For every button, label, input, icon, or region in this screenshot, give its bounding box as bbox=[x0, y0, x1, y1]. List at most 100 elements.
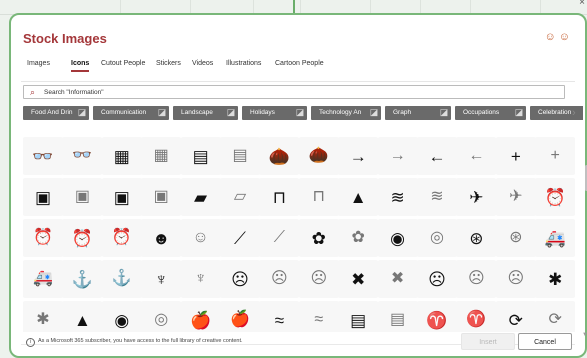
tab-icons[interactable]: Icons bbox=[71, 60, 90, 72]
icon-tile[interactable]: ⏰ bbox=[535, 178, 575, 216]
icon-tile[interactable]: ▣ bbox=[62, 178, 103, 216]
icon-tile[interactable]: ⚓ bbox=[62, 260, 103, 298]
icon-tile[interactable]: ▱ bbox=[220, 178, 260, 216]
tab-illustrations[interactable]: Illustrations bbox=[226, 60, 261, 67]
icon-tile[interactable]: → bbox=[377, 137, 418, 175]
icon-tile[interactable]: ✖ bbox=[338, 260, 379, 298]
icon-tile[interactable]: ◉ bbox=[377, 219, 418, 257]
icon-tile[interactable]: ▲ bbox=[62, 301, 103, 332]
icon-tile[interactable]: ≈ bbox=[259, 301, 300, 332]
icon-tile[interactable]: ⊓ bbox=[259, 178, 300, 216]
search-input[interactable] bbox=[44, 87, 544, 97]
icon-tile[interactable]: ◎ bbox=[141, 301, 182, 332]
icon-tile[interactable]: ← bbox=[417, 137, 457, 175]
chevron-right-icon[interactable]: › bbox=[572, 107, 576, 119]
icon-tile[interactable]: ← bbox=[456, 137, 497, 175]
window-close-icon[interactable]: × bbox=[579, 0, 585, 8]
icon-tile[interactable]: ▲ bbox=[338, 178, 379, 216]
icon-tile[interactable]: ⏰ bbox=[62, 219, 103, 257]
icon-tile[interactable]: ⊛ bbox=[495, 219, 536, 257]
abacus-icon: ▦ bbox=[113, 146, 130, 166]
tab-stickers[interactable]: Stickers bbox=[156, 60, 181, 67]
icon-tile[interactable]: ✖ bbox=[377, 260, 418, 298]
icon-tile[interactable]: ▰ bbox=[180, 178, 221, 216]
icon-tile[interactable]: ◉ bbox=[101, 301, 142, 332]
category-graph[interactable]: Graph ◪ bbox=[385, 106, 451, 120]
icon-tile[interactable]: ✱ bbox=[535, 260, 575, 298]
icon-tile[interactable]: ≋ bbox=[377, 178, 418, 216]
icon-tile[interactable]: + bbox=[495, 137, 536, 175]
tab-cartoon-people[interactable]: Cartoon People bbox=[275, 60, 324, 67]
icon-tile[interactable]: ▤ bbox=[377, 301, 418, 332]
icon-tile[interactable]: ▤ bbox=[220, 137, 260, 175]
icon-tile[interactable]: ≈ bbox=[298, 301, 339, 332]
icon-tile[interactable]: ⏰ bbox=[101, 219, 142, 257]
icon-tile[interactable]: ♈ bbox=[456, 301, 497, 332]
icon-tile[interactable]: ♈ bbox=[417, 301, 457, 332]
category-landscape[interactable]: Landscape ◪ bbox=[173, 106, 238, 120]
icon-tile[interactable]: ☹ bbox=[456, 260, 497, 298]
icon-tile[interactable]: 🍎 bbox=[220, 301, 260, 332]
icon-tile[interactable]: ☹ bbox=[495, 260, 536, 298]
icon-tile[interactable]: ☹ bbox=[259, 260, 300, 298]
icon-tile[interactable]: ⟋ bbox=[259, 219, 300, 257]
icon-tile[interactable]: ⊛ bbox=[456, 219, 497, 257]
icon-tile[interactable]: ▤ bbox=[338, 301, 379, 332]
icon-tile[interactable]: ⟳ bbox=[495, 301, 536, 332]
icon-tile[interactable]: ☹ bbox=[417, 260, 457, 298]
icon-tile[interactable]: ⚓ bbox=[101, 260, 142, 298]
icon-tile[interactable]: 🌰 bbox=[298, 137, 339, 175]
icon-tile[interactable]: ▣ bbox=[141, 178, 182, 216]
occupations-icon: ◪ bbox=[514, 107, 524, 117]
icon-tile[interactable]: → bbox=[338, 137, 379, 175]
icon-tile[interactable]: 👓 bbox=[62, 137, 103, 175]
airplane-icon: ✈ bbox=[469, 187, 484, 207]
icon-tile[interactable]: ⊓ bbox=[298, 178, 339, 216]
category-holidays[interactable]: Holidays ◪ bbox=[242, 106, 307, 120]
insert-button[interactable]: Insert bbox=[461, 333, 515, 350]
icon-tile[interactable]: 🌰 bbox=[259, 137, 300, 175]
arrow-left-icon: ← bbox=[428, 146, 446, 166]
icon-tile[interactable]: ♆ bbox=[180, 260, 221, 298]
icon-tile[interactable]: ◎ bbox=[417, 219, 457, 257]
icon-tile[interactable]: ☻ bbox=[141, 219, 182, 257]
tab-videos[interactable]: Videos bbox=[192, 60, 213, 67]
category-technology-an[interactable]: Technology An ◪ bbox=[311, 106, 381, 120]
icon-tile[interactable]: ✈ bbox=[456, 178, 497, 216]
category-communication[interactable]: Communication ◪ bbox=[93, 106, 169, 120]
3d-glasses-outline-icon: 👓 bbox=[72, 147, 93, 164]
icon-tile[interactable]: ▣ bbox=[101, 178, 142, 216]
scroll-down-icon[interactable]: ▼ bbox=[582, 332, 587, 338]
icon-tile[interactable]: ✿ bbox=[338, 219, 379, 257]
icon-tile[interactable]: ⟋ bbox=[220, 219, 260, 257]
category-occupations[interactable]: Occupations ◪ bbox=[455, 106, 526, 120]
cancel-button[interactable]: Cancel bbox=[518, 333, 572, 350]
icon-tile[interactable]: ☹ bbox=[220, 260, 260, 298]
icon-tile[interactable]: ▤ bbox=[180, 137, 221, 175]
frown-icon[interactable]: ☺ bbox=[559, 31, 573, 43]
icon-tile[interactable]: 👓 bbox=[23, 137, 63, 175]
smiley-icon[interactable]: ☺ bbox=[545, 31, 559, 43]
icon-tile[interactable]: ⏰ bbox=[23, 219, 63, 257]
icon-tile[interactable]: ✿ bbox=[298, 219, 339, 257]
icon-tile[interactable]: ♆ bbox=[141, 260, 182, 298]
icon-tile[interactable]: ✱ bbox=[23, 301, 63, 332]
tab-cutout-people[interactable]: Cutout People bbox=[101, 60, 145, 67]
icon-tile[interactable]: ▦ bbox=[101, 137, 142, 175]
icon-tile[interactable]: ≋ bbox=[417, 178, 457, 216]
icon-tile[interactable]: ▣ bbox=[23, 178, 63, 216]
icon-tile[interactable]: 🍎 bbox=[180, 301, 221, 332]
icon-tile[interactable]: ✈ bbox=[495, 178, 536, 216]
search-box[interactable]: ⌕ bbox=[23, 85, 565, 99]
icon-tile[interactable]: + bbox=[535, 137, 575, 175]
icon-tile[interactable]: 🚑 bbox=[23, 260, 63, 298]
tab-images[interactable]: Images bbox=[27, 60, 50, 67]
icon-tile[interactable]: ⟳ bbox=[535, 301, 575, 332]
icon-tile[interactable]: ▦ bbox=[141, 137, 182, 175]
anemone-icon: ♆ bbox=[154, 269, 168, 289]
icon-tile[interactable]: 🚑 bbox=[535, 219, 575, 257]
category-label: Occupations bbox=[463, 109, 500, 116]
icon-tile[interactable]: ☺ bbox=[180, 219, 221, 257]
icon-tile[interactable]: ☹ bbox=[298, 260, 339, 298]
category-food-and-drin[interactable]: Food And Drin ◪ bbox=[23, 106, 89, 120]
